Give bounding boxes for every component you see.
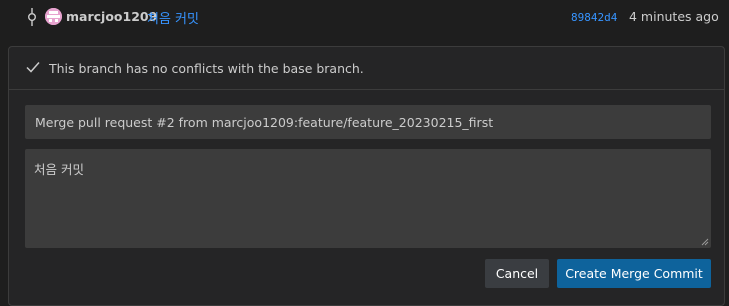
commit-author: marcjoo1209 — [66, 9, 158, 24]
resize-grip-icon[interactable] — [701, 238, 709, 246]
avatar[interactable] — [45, 8, 62, 25]
merge-status: This branch has no conflicts with the ba… — [9, 47, 724, 90]
merge-title-input[interactable] — [25, 105, 711, 139]
commit-row: marcjoo1209 처음 커밋 89842d4 4 minutes ago — [0, 0, 729, 36]
commit-message-link[interactable]: 처음 커밋 — [147, 8, 199, 27]
commit-timestamp: 4 minutes ago — [629, 9, 719, 24]
create-merge-commit-button[interactable]: Create Merge Commit — [557, 259, 711, 288]
merge-panel: This branch has no conflicts with the ba… — [8, 46, 725, 306]
git-commit-icon — [28, 8, 36, 26]
merge-status-text: This branch has no conflicts with the ba… — [49, 61, 364, 76]
merge-body-textarea[interactable]: 처음 커밋 — [25, 149, 711, 248]
check-icon — [26, 62, 40, 73]
cancel-button[interactable]: Cancel — [485, 259, 549, 288]
commit-sha-link[interactable]: 89842d4 — [571, 11, 617, 24]
